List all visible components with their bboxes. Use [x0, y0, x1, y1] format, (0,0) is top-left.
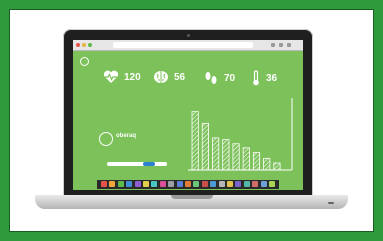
trackpad-notch — [171, 195, 213, 199]
brand-logo-icon — [99, 132, 113, 146]
thermometer-icon — [253, 70, 259, 86]
laptop-lid: 120 56 70 36 oberaq — [63, 29, 313, 197]
dock-app-icon[interactable] — [227, 181, 233, 187]
chart-bar — [273, 162, 281, 171]
dock-app-icon[interactable] — [218, 181, 225, 187]
dock-app-icon[interactable] — [201, 181, 208, 187]
dock-app-icon[interactable] — [210, 181, 217, 187]
stat-value: 70 — [224, 72, 236, 84]
toolbar-button-icon[interactable] — [271, 43, 275, 47]
dock-app-icon[interactable] — [252, 181, 259, 187]
dock-app-icon[interactable] — [269, 181, 275, 187]
status-light — [328, 202, 334, 204]
chart-bar — [201, 122, 209, 171]
dock-app-icon[interactable] — [243, 181, 250, 187]
stat-value: 56 — [174, 71, 186, 83]
progress-bar — [107, 162, 167, 166]
brand-name: oberaq — [116, 133, 137, 139]
dock-app-icon[interactable] — [101, 181, 107, 187]
laptop-base — [35, 195, 348, 209]
dock-app-icon[interactable] — [143, 181, 149, 187]
close-window-icon[interactable] — [76, 43, 80, 47]
dock-app-icon[interactable] — [193, 181, 200, 187]
heart-rate-icon — [103, 70, 119, 83]
dock — [97, 180, 279, 189]
dock-app-icon[interactable] — [134, 181, 141, 187]
dock-app-icon[interactable] — [260, 181, 267, 187]
dock-app-icon[interactable] — [126, 181, 133, 187]
minimize-window-icon[interactable] — [82, 43, 86, 47]
chart-bar — [252, 152, 261, 171]
chart-bar — [191, 111, 199, 171]
dock-app-icon[interactable] — [168, 181, 175, 187]
maximize-window-icon[interactable] — [88, 43, 92, 47]
dock-app-icon[interactable] — [159, 181, 166, 187]
progress-fill — [143, 162, 155, 166]
footprints-icon — [205, 72, 217, 84]
dock-app-icon[interactable] — [235, 181, 242, 187]
laptop-screen: 120 56 70 36 oberaq — [73, 40, 303, 190]
stat-value: 36 — [266, 72, 278, 84]
chart-bar — [263, 157, 271, 171]
chart-bar — [232, 143, 240, 171]
dock-app-icon[interactable] — [117, 181, 124, 187]
stat-temperature: 36 — [251, 70, 277, 86]
chart-bar — [212, 137, 220, 171]
dock-app-icon[interactable] — [176, 181, 183, 187]
app-logo-icon[interactable] — [80, 57, 89, 66]
toolbar-button-icon[interactable] — [287, 43, 291, 47]
dock-app-icon[interactable] — [109, 181, 116, 187]
browser-toolbar — [73, 40, 303, 51]
dock-app-icon[interactable] — [185, 181, 191, 187]
dock-app-icon[interactable] — [151, 181, 158, 187]
chart-bar — [222, 139, 230, 171]
stat-heart-rate: 120 — [103, 70, 141, 84]
toolbar-button-icon[interactable] — [279, 43, 283, 47]
bar-chart — [188, 98, 293, 171]
stat-steps: 70 — [203, 70, 235, 86]
address-bar[interactable] — [113, 42, 253, 48]
stat-brain: 56 — [153, 70, 185, 84]
stats-row: 120 56 70 36 — [103, 70, 303, 92]
chart-bar — [242, 147, 250, 171]
camera-icon — [187, 34, 190, 37]
stat-value: 120 — [124, 71, 141, 83]
brain-icon — [154, 71, 168, 83]
